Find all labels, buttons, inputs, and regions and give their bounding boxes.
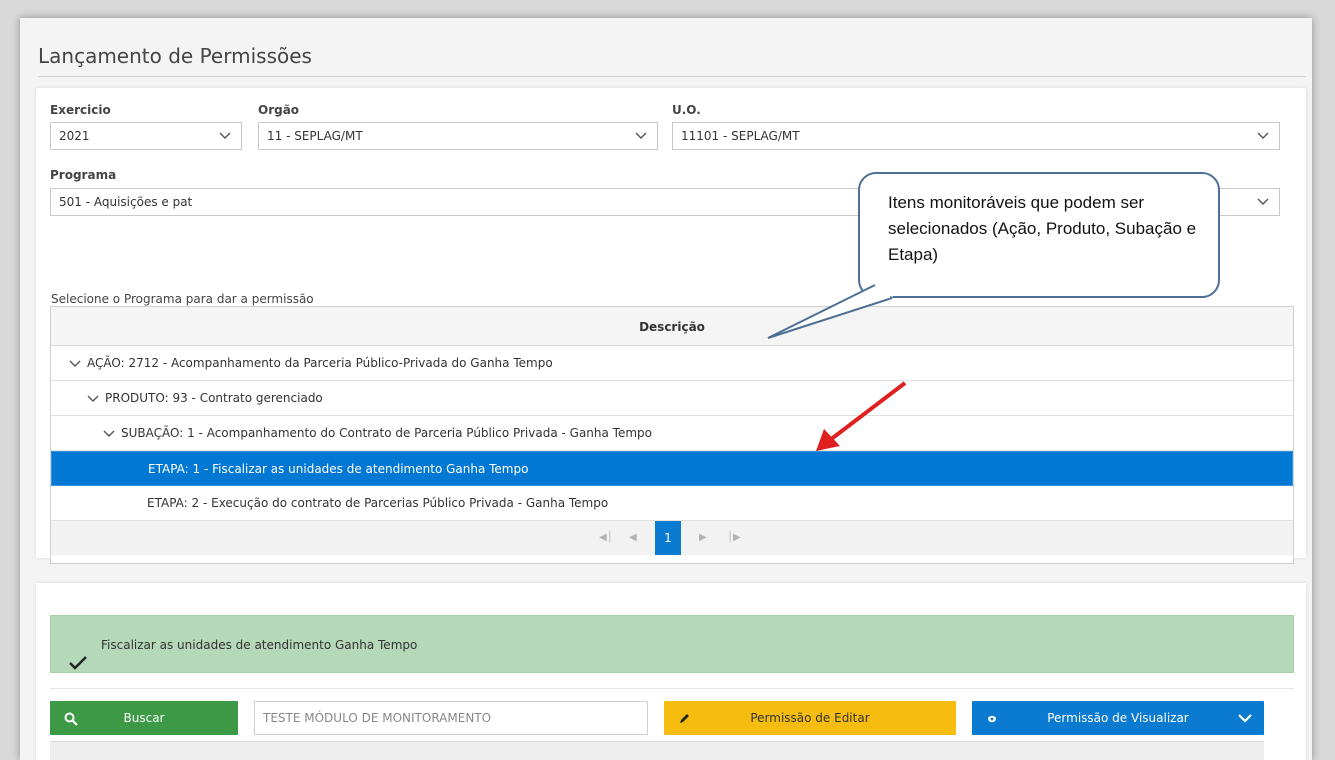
uo-select[interactable]: 11101 - SEPLAG/MT bbox=[672, 122, 1280, 150]
selection-banner: Fiscalizar as unidades de atendimento Ga… bbox=[50, 615, 1294, 673]
pencil-icon bbox=[678, 701, 690, 735]
search-button[interactable]: Buscar bbox=[50, 701, 238, 735]
tree-row[interactable]: ETAPA: 2 - Execução do contrato de Parce… bbox=[51, 486, 1293, 521]
chevron-down-icon[interactable] bbox=[87, 382, 101, 416]
search-input[interactable]: TESTE MÓDULO DE MONITORAMENTO bbox=[254, 701, 648, 735]
tree-rows: AÇÃO: 2712 - Acompanhamento da Parceria … bbox=[51, 346, 1293, 521]
orgao-select[interactable]: 11 - SEPLAG/MT bbox=[258, 122, 658, 150]
permissions-toolbar: Buscar TESTE MÓDULO DE MONITORAMENTO Per… bbox=[50, 688, 1294, 760]
view-permission-button[interactable]: Permissão de Visualizar bbox=[972, 701, 1264, 735]
app-frame: Lançamento de Permissões Exercicio 2021 … bbox=[20, 18, 1312, 760]
page-title: Lançamento de Permissões bbox=[38, 44, 312, 68]
title-divider bbox=[38, 76, 1306, 77]
results-table-header bbox=[50, 741, 1264, 760]
tree-row[interactable]: AÇÃO: 2712 - Acompanhamento da Parceria … bbox=[51, 346, 1293, 381]
checkmark-icon bbox=[69, 637, 87, 695]
tree-row-label: ETAPA: 1 - Fiscalizar as unidades de ate… bbox=[148, 462, 529, 476]
orgao-value: 11 - SEPLAG/MT bbox=[267, 129, 363, 143]
exercicio-value: 2021 bbox=[59, 129, 90, 143]
view-permission-label: Permissão de Visualizar bbox=[1047, 711, 1189, 725]
tree-grid: Descrição AÇÃO: 2712 - Acompanhamento da… bbox=[50, 306, 1294, 564]
exercicio-label: Exercicio bbox=[50, 103, 111, 117]
search-button-label: Buscar bbox=[123, 711, 165, 725]
programa-value: 501 - Aquisições e pat bbox=[59, 195, 193, 209]
search-icon bbox=[64, 701, 78, 735]
tree-row[interactable]: PRODUTO: 93 - Contrato gerenciado bbox=[51, 381, 1293, 416]
orgao-label: Orgão bbox=[258, 103, 300, 117]
edit-permission-label: Permissão de Editar bbox=[750, 711, 870, 725]
chevron-down-icon[interactable] bbox=[103, 417, 117, 451]
grid-header-descricao[interactable]: Descrição bbox=[51, 307, 1293, 346]
uo-value: 11101 - SEPLAG/MT bbox=[681, 129, 800, 143]
chevron-down-icon bbox=[1255, 189, 1271, 215]
filters-card: Exercicio 2021 Orgão 11 - SEPLAG/MT U.O.… bbox=[36, 88, 1306, 564]
first-page-icon[interactable]: ◀│ bbox=[599, 532, 613, 543]
chevron-down-icon[interactable] bbox=[1238, 701, 1252, 735]
chevron-down-icon bbox=[633, 123, 649, 149]
selection-message: Fiscalizar as unidades de atendimento Ga… bbox=[101, 638, 418, 652]
tree-row-label: PRODUTO: 93 - Contrato gerenciado bbox=[105, 391, 323, 405]
page-number-button[interactable]: 1 bbox=[655, 521, 681, 555]
uo-label: U.O. bbox=[672, 103, 701, 117]
tree-row-label: SUBAÇÃO: 1 - Acompanhamento do Contrato … bbox=[121, 426, 652, 440]
chevron-down-icon[interactable] bbox=[69, 347, 83, 381]
exercicio-select[interactable]: 2021 bbox=[50, 122, 242, 150]
last-page-icon[interactable]: │▶ bbox=[727, 532, 741, 543]
tree-row-label: ETAPA: 2 - Execução do contrato de Parce… bbox=[147, 496, 609, 510]
prev-page-icon[interactable]: ◀ bbox=[629, 532, 637, 543]
programa-label: Programa bbox=[50, 168, 117, 182]
edit-permission-button[interactable]: Permissão de Editar bbox=[664, 701, 956, 735]
permissions-card: Fiscalizar as unidades de atendimento Ga… bbox=[36, 583, 1306, 760]
tree-row[interactable]: SUBAÇÃO: 1 - Acompanhamento do Contrato … bbox=[51, 416, 1293, 451]
chevron-down-icon bbox=[1255, 123, 1271, 149]
tree-row-selected[interactable]: ETAPA: 1 - Fiscalizar as unidades de ate… bbox=[51, 451, 1293, 486]
next-page-icon[interactable]: ▶ bbox=[699, 532, 707, 543]
pager: ◀│ ◀ 1 ▶ │▶ bbox=[51, 521, 1293, 555]
chevron-down-icon bbox=[217, 123, 233, 149]
tree-row-label: AÇÃO: 2712 - Acompanhamento da Parceria … bbox=[87, 356, 553, 370]
eye-icon bbox=[986, 701, 998, 735]
annotation-callout: Itens monitoráveis que podem ser selecio… bbox=[858, 172, 1220, 298]
grid-hint: Selecione o Programa para dar a permissã… bbox=[51, 292, 314, 306]
